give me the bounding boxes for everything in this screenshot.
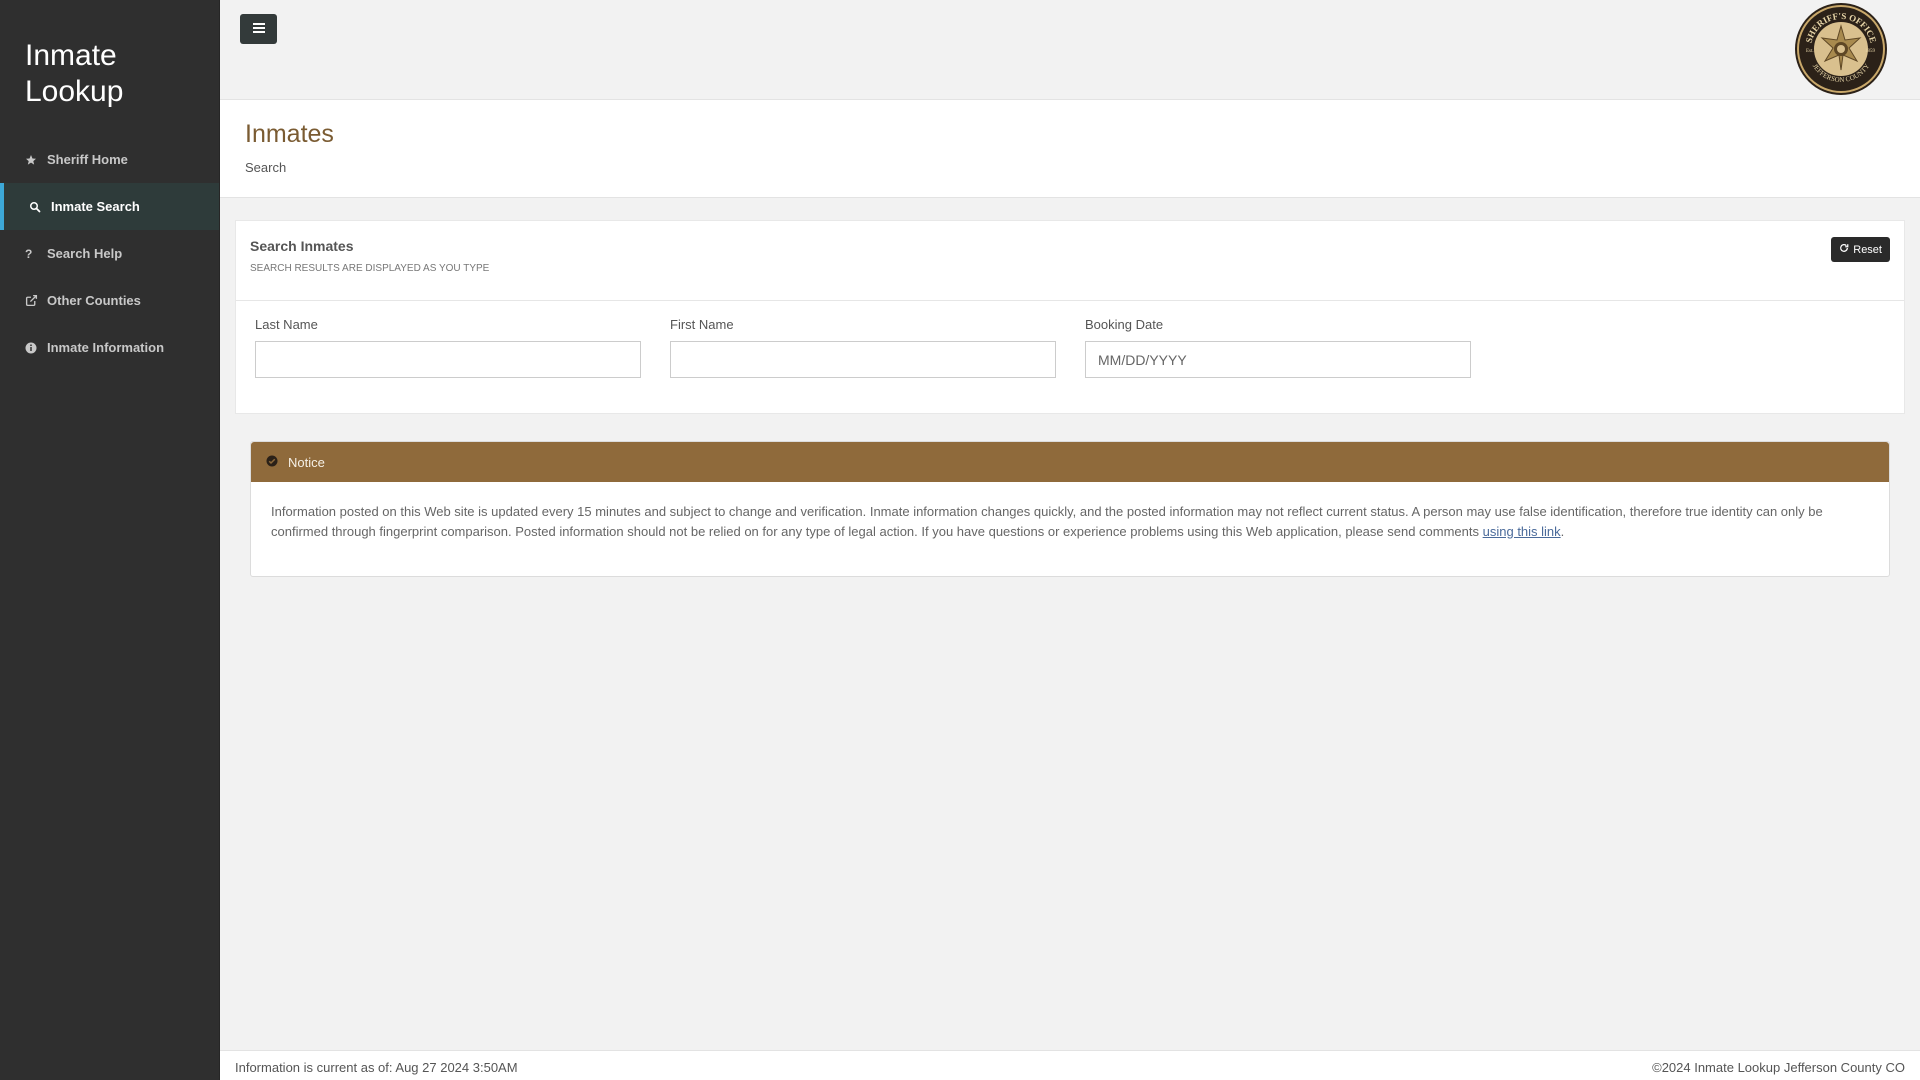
page-header: Inmates Search [220,100,1920,198]
search-icon [29,201,47,213]
notice-panel: Notice Information posted on this Web si… [250,441,1890,577]
notice-body: Information posted on this Web site is u… [251,482,1889,562]
last-updated-text: Information is current as of: Aug 27 202… [235,1060,518,1075]
search-panel-subtitle: SEARCH RESULTS ARE DISPLAYED AS YOU TYPE [250,263,490,274]
top-bar: SHERIFF'S OFFICE JEFFERSON COUNTY Est. 1… [220,0,1920,100]
sidebar-item-label: Inmate Information [47,340,165,355]
hamburger-icon [252,20,265,38]
sidebar-item-label: Search Help [47,246,123,261]
info-icon [25,342,43,354]
first-name-input[interactable] [670,341,1056,378]
sidebar-item-label: Other Counties [47,293,141,308]
first-name-group: First Name [670,317,1056,378]
copyright-text: ©2024 Inmate Lookup Jefferson County CO [1652,1060,1905,1075]
sidebar: Inmate Lookup Sheriff Home Inmate Search… [0,0,220,1080]
external-link-icon [25,294,43,307]
svg-text:1859: 1859 [1865,49,1876,54]
brand-line-1: Inmate [25,39,117,72]
first-name-label: First Name [670,317,734,332]
search-panel: Search Inmates SEARCH RESULTS ARE DISPLA… [235,220,1905,414]
notice-header: Notice [251,442,1889,482]
breadcrumb: Search [245,160,287,175]
reset-button[interactable]: Reset [1831,237,1890,262]
sidebar-item-inmate-information[interactable]: Inmate Information [0,324,219,371]
sidebar-item-sheriff-home[interactable]: Sheriff Home [0,136,219,183]
last-name-label: Last Name [255,317,318,332]
search-panel-title: Search Inmates [250,238,354,254]
booking-date-label: Booking Date [1085,317,1164,332]
menu-toggle-button[interactable] [240,14,277,44]
page-title: Inmates [245,120,334,148]
footer: Information is current as of: Aug 27 202… [220,1050,1920,1080]
question-icon: ? [25,246,33,261]
feedback-link[interactable]: using this link [1483,524,1561,539]
reset-label: Reset [1853,243,1882,256]
sidebar-item-search-help[interactable]: ? Search Help [0,230,219,277]
notice-trailing: . [1560,524,1565,539]
booking-date-input[interactable] [1085,341,1471,378]
sheriff-seal-logo: SHERIFF'S OFFICE JEFFERSON COUNTY Est. 1… [1794,2,1888,96]
sidebar-item-label: Inmate Search [51,199,140,214]
search-fields: Last Name First Name Booking Date [236,301,1904,413]
booking-date-group: Booking Date [1085,317,1471,378]
star-icon [25,154,43,166]
refresh-icon [1839,243,1849,256]
notice-title: Notice [288,454,325,470]
last-name-input[interactable] [255,341,641,378]
notice-text: Information posted on this Web site is u… [271,504,1823,539]
sidebar-item-other-counties[interactable]: Other Counties [0,277,219,324]
app-brand[interactable]: Inmate Lookup [0,0,219,136]
brand-line-2: Lookup [25,75,124,108]
check-circle-icon [266,455,278,470]
sidebar-item-label: Sheriff Home [47,152,128,167]
sidebar-item-inmate-search[interactable]: Inmate Search [0,183,219,230]
last-name-group: Last Name [255,317,641,378]
search-panel-header: Search Inmates SEARCH RESULTS ARE DISPLA… [236,221,1904,301]
svg-text:Est.: Est. [1806,49,1814,54]
sidebar-nav: Sheriff Home Inmate Search ? Search Help… [0,136,219,371]
